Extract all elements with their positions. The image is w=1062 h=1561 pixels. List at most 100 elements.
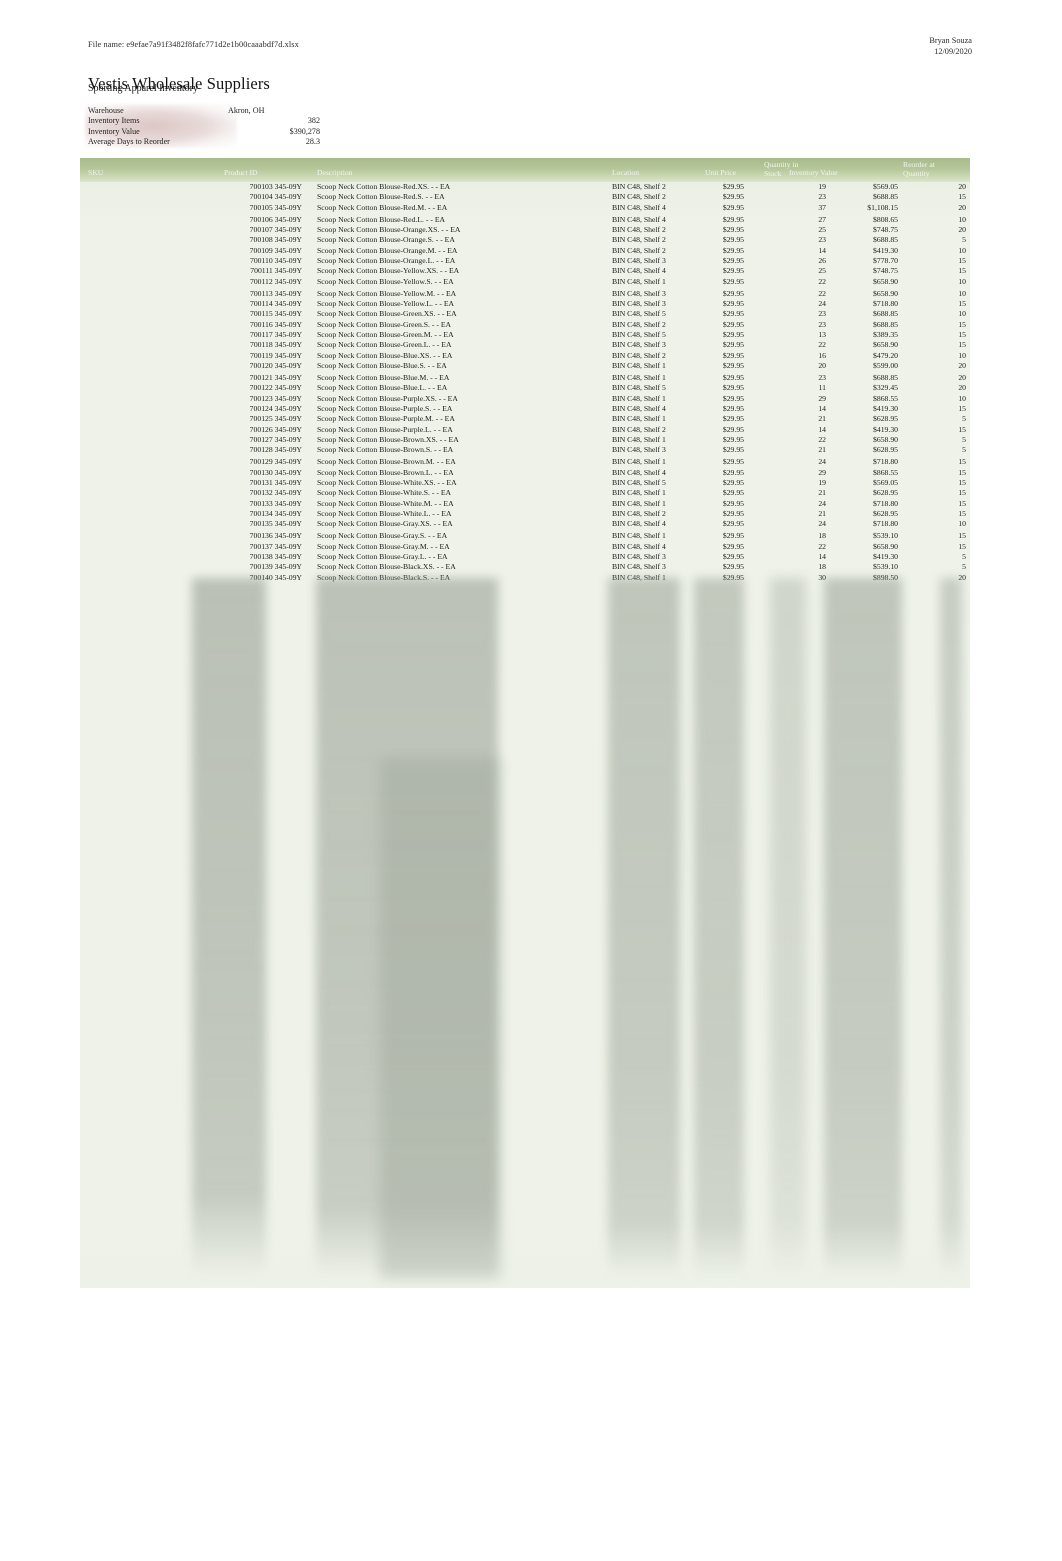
cell-location: BIN C48, Shelf 1 — [612, 435, 666, 445]
cell-reorder-quantity: 15 — [958, 266, 966, 276]
table-row: 700112 345-09Y Scoop Neck Cotton Blouse-Y… — [80, 277, 970, 287]
cell-quantity: 20 — [818, 361, 826, 371]
table-row: 700115 345-09Y Scoop Neck Cotton Blouse-G… — [80, 309, 970, 319]
cell-reorder-quantity: 20 — [958, 361, 966, 371]
table-row: 700105 345-09Y Scoop Neck Cotton Blouse-R… — [80, 203, 970, 213]
cell-description: Scoop Neck Cotton Blouse-Brown.L. - - EA — [317, 467, 454, 477]
summary-row: Warehouse Akron, OH — [88, 106, 320, 116]
cell-description: Scoop Neck Cotton Blouse-Yellow.M. - - E… — [317, 288, 457, 298]
cell-reorder-quantity: 10 — [958, 393, 966, 403]
redaction-smudge-quantity — [770, 578, 806, 1278]
cell-product-id: 700131 345-09Y — [249, 478, 302, 487]
cell-quantity: 11 — [818, 383, 826, 393]
cell-location: BIN C48, Shelf 3 — [612, 562, 666, 572]
cell-reorder-quantity: 20 — [958, 572, 966, 582]
cell-product-id: 700123 345-09Y — [249, 393, 302, 403]
cell-reorder-quantity: 15 — [958, 531, 966, 541]
cell-quantity: 19 — [818, 478, 826, 487]
table-row: 700109 345-09Y Scoop Neck Cotton Blouse-O… — [80, 246, 970, 256]
cell-product-id: 700117 345-09Y — [249, 330, 302, 339]
cell-quantity: 21 — [818, 445, 826, 455]
cell-inventory-value: $419.30 — [873, 404, 898, 413]
table-row: 700121 345-09Y Scoop Neck Cotton Blouse-B… — [80, 373, 970, 383]
cell-location: BIN C48, Shelf 2 — [612, 182, 666, 191]
report-subtitle: Sporting Apparel Inventory — [88, 83, 198, 94]
cell-inventory-value: $658.90 — [873, 435, 898, 445]
cell-description: Scoop Neck Cotton Blouse-Red.M. - - EA — [317, 202, 448, 212]
table-row: 700135 345-09Y Scoop Neck Cotton Blouse-G… — [80, 519, 970, 529]
table-row: 700134 345-09Y Scoop Neck Cotton Blouse-W… — [80, 509, 970, 519]
file-name-label: File name: e9efae7a91f3482f8fafc771d2e1b… — [88, 40, 299, 49]
cell-unit-price: $29.95 — [722, 298, 744, 308]
cell-quantity: 21 — [818, 488, 826, 498]
cell-reorder-quantity: 20 — [958, 182, 966, 191]
redaction-smudge-inventory-value — [824, 578, 902, 1278]
table-row: 700114 345-09Y Scoop Neck Cotton Blouse-Y… — [80, 299, 970, 309]
table-header-row: SKU Product ID Description Location Unit… — [80, 158, 970, 182]
cell-quantity: 24 — [818, 498, 826, 508]
cell-quantity: 37 — [818, 202, 826, 212]
column-header-reorder-line2: Quantity — [903, 168, 930, 178]
cell-description: Scoop Neck Cotton Blouse-Blue.S. - - EA — [317, 361, 447, 371]
cell-reorder-quantity: 15 — [958, 541, 966, 551]
cell-location: BIN C48, Shelf 1 — [612, 531, 666, 541]
table-row: 700127 345-09Y Scoop Neck Cotton Blouse-B… — [80, 435, 970, 445]
cell-inventory-value: $628.95 — [873, 488, 898, 498]
table-row: 700120 345-09Y Scoop Neck Cotton Blouse-B… — [80, 361, 970, 371]
cell-quantity: 29 — [818, 393, 826, 403]
cell-inventory-value: $688.85 — [873, 192, 898, 202]
column-header-sku: SKU — [88, 168, 104, 177]
cell-inventory-value: $1,108.15 — [867, 202, 898, 212]
cell-product-id: 700128 345-09Y — [249, 445, 302, 455]
cell-description: Scoop Neck Cotton Blouse-Blue.XS. - - EA — [317, 350, 453, 360]
cell-quantity: 16 — [818, 350, 826, 360]
table-row: 700125 345-09Y Scoop Neck Cotton Blouse-P… — [80, 414, 970, 424]
cell-inventory-value: $718.80 — [873, 519, 898, 529]
table-row: 700131 345-09Y Scoop Neck Cotton Blouse-W… — [80, 478, 970, 488]
summary-label: Inventory Items — [88, 116, 140, 126]
cell-quantity: 22 — [818, 340, 826, 350]
cell-unit-price: $29.95 — [722, 224, 744, 234]
cell-description: Scoop Neck Cotton Blouse-Green.XS. - - E… — [317, 309, 457, 319]
cell-description: Scoop Neck Cotton Blouse-Yellow.L. - - E… — [317, 298, 455, 308]
redaction-smudge-location — [608, 578, 680, 1278]
cell-description: Scoop Neck Cotton Blouse-White.XS. - - E… — [317, 478, 457, 487]
cell-unit-price: $29.95 — [722, 457, 744, 467]
cell-location: BIN C48, Shelf 1 — [612, 372, 666, 382]
cell-inventory-value: $569.05 — [873, 478, 898, 487]
cell-unit-price: $29.95 — [722, 509, 744, 519]
cell-quantity: 24 — [818, 457, 826, 467]
cell-quantity: 24 — [818, 298, 826, 308]
cell-inventory-value: $599.00 — [873, 361, 898, 371]
cell-quantity: 18 — [818, 562, 826, 572]
cell-location: BIN C48, Shelf 2 — [612, 245, 666, 255]
cell-description: Scoop Neck Cotton Blouse-Brown.XS. - - E… — [317, 435, 459, 445]
summary-row: Average Days to Reorder 28.3 — [88, 137, 320, 147]
cell-product-id: 700135 345-09Y — [249, 519, 302, 529]
cell-location: BIN C48, Shelf 4 — [612, 467, 666, 477]
column-header-reorder-at-quantity: Reorder at Quantity — [903, 160, 935, 179]
table-row: 700113 345-09Y Scoop Neck Cotton Blouse-Y… — [80, 289, 970, 299]
summary-label: Inventory Value — [88, 126, 140, 136]
cell-description: Scoop Neck Cotton Blouse-Yellow.XS. - - … — [317, 266, 460, 276]
cell-location: BIN C48, Shelf 3 — [612, 298, 666, 308]
cell-product-id: 700112 345-09Y — [249, 276, 302, 286]
table-row: 700133 345-09Y Scoop Neck Cotton Blouse-W… — [80, 499, 970, 509]
cell-inventory-value: $688.85 — [873, 309, 898, 319]
cell-inventory-value: $718.80 — [873, 498, 898, 508]
cell-unit-price: $29.95 — [722, 192, 744, 202]
cell-quantity: 22 — [818, 276, 826, 286]
cell-quantity: 23 — [818, 192, 826, 202]
table-body: 700103 345-09Y Scoop Neck Cotton Blouse-R… — [80, 182, 970, 583]
cell-location: BIN C48, Shelf 3 — [612, 288, 666, 298]
cell-reorder-quantity: 5 — [962, 552, 966, 561]
cell-location: BIN C48, Shelf 4 — [612, 202, 666, 212]
cell-description: Scoop Neck Cotton Blouse-Black.XS. - - E… — [317, 562, 456, 572]
cell-inventory-value: $748.75 — [873, 266, 898, 276]
summary-value: 382 — [307, 116, 320, 126]
cell-product-id: 700133 345-09Y — [249, 498, 302, 508]
cell-inventory-value: $658.90 — [873, 276, 898, 286]
redaction-smudge-description — [316, 578, 498, 1278]
cell-reorder-quantity: 15 — [958, 457, 966, 467]
cell-unit-price: $29.95 — [722, 319, 744, 329]
